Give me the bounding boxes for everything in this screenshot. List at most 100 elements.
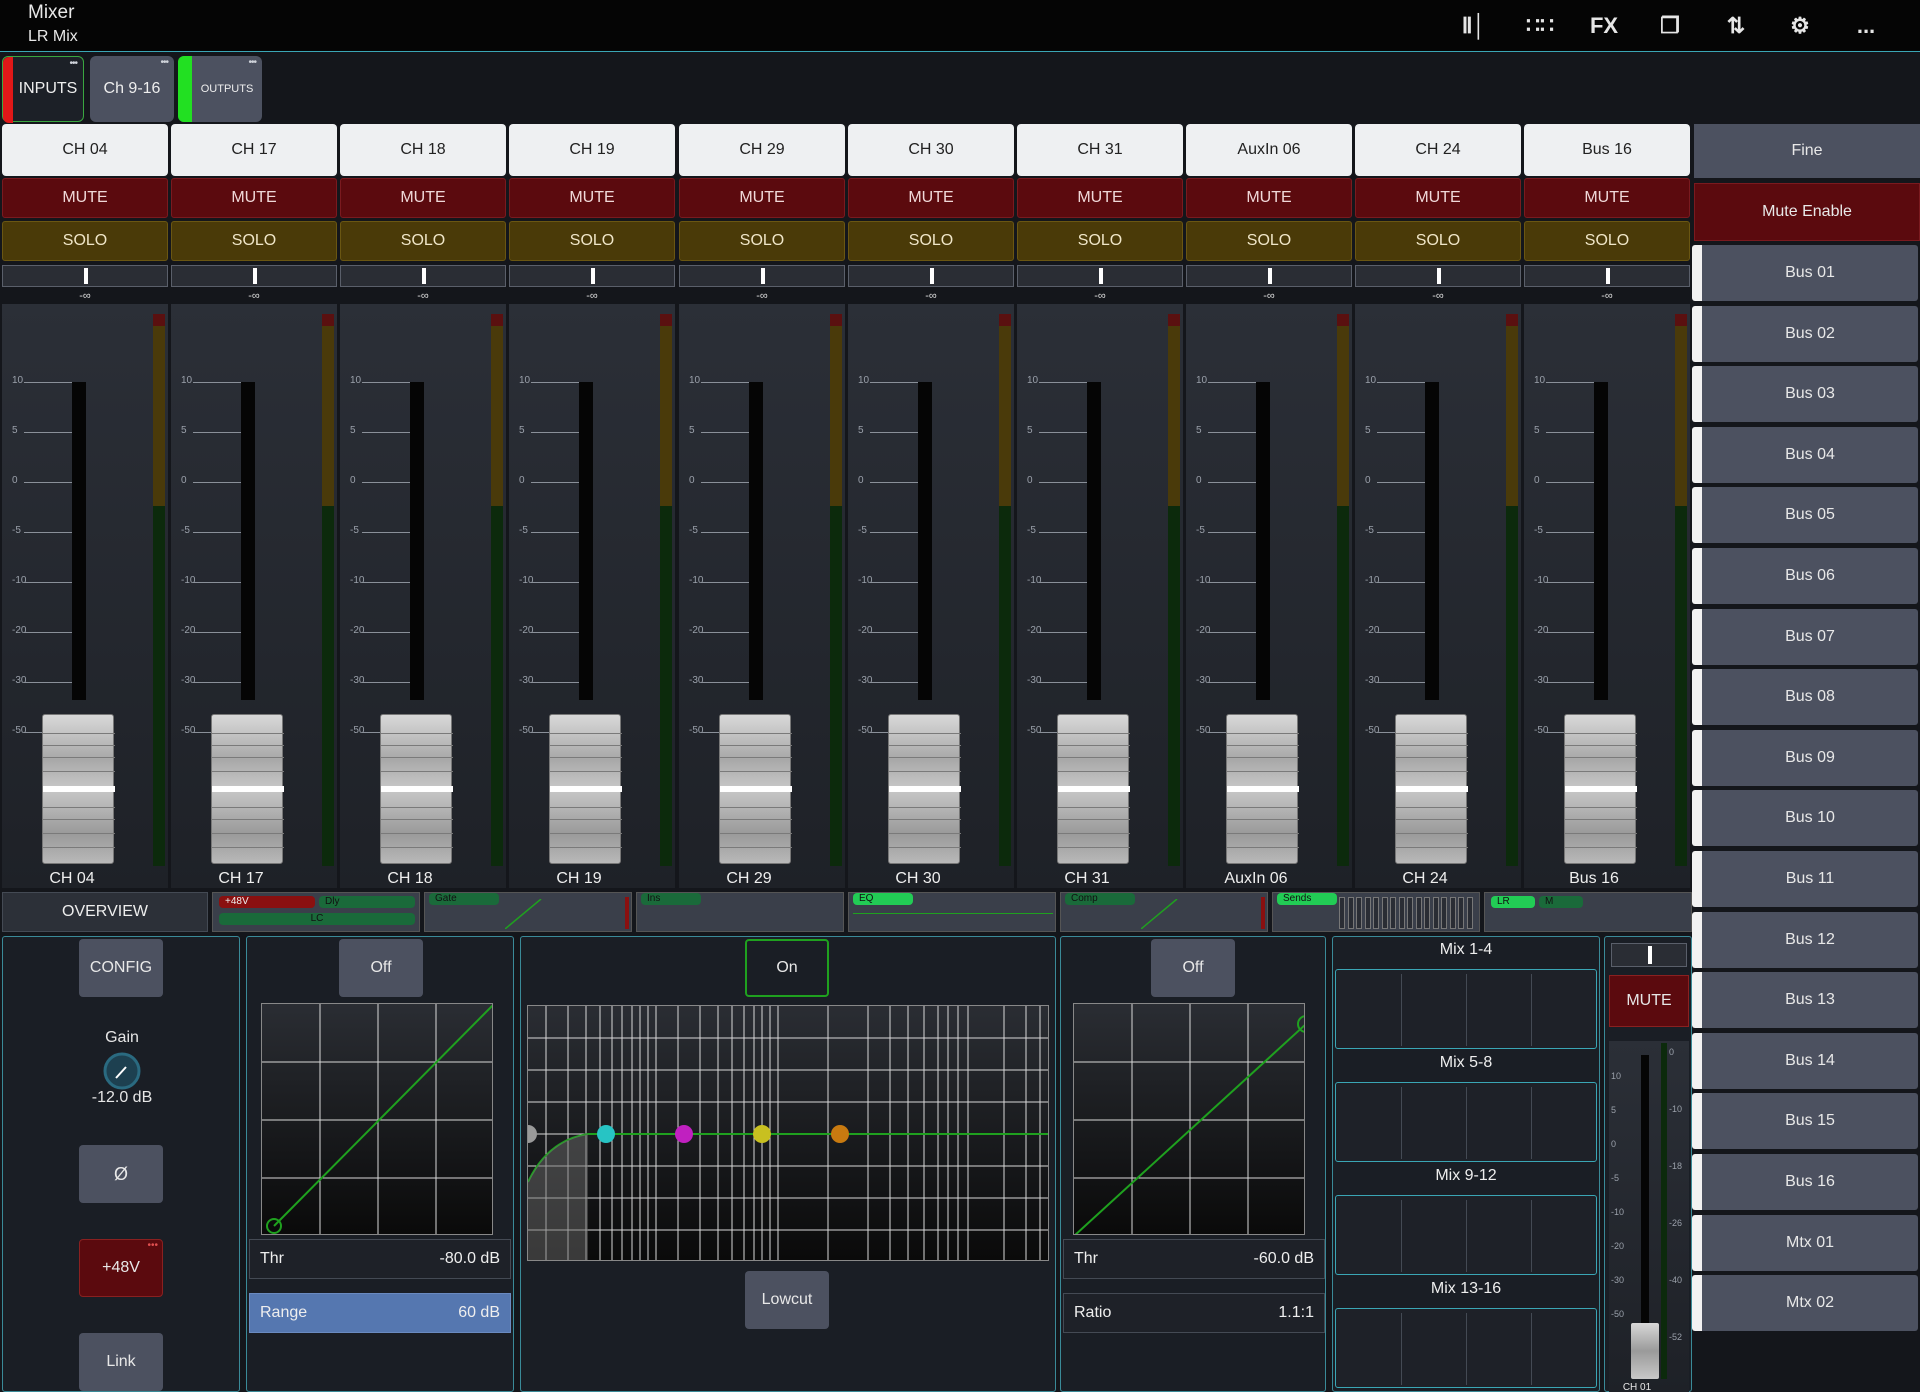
pan-slider[interactable] (340, 265, 506, 287)
eq-band-handle[interactable] (527, 1125, 537, 1143)
link-button[interactable]: Link (79, 1333, 163, 1391)
fader-area[interactable]: 10 5 0 -5 -10 -20 -30 -50 CH 19 (509, 304, 675, 888)
mix-send-group[interactable] (1335, 1082, 1597, 1162)
channel-name-button[interactable]: CH 19 (509, 124, 675, 176)
bus-select-button[interactable]: Bus 10 (1692, 790, 1918, 847)
folder-icon[interactable]: ❐ (1650, 10, 1690, 42)
meters-icon[interactable]: Ⅱ│ (1454, 10, 1494, 42)
fader-area[interactable]: 10 5 0 -5 -10 -20 -30 -50 CH 31 (1017, 304, 1183, 888)
solo-button[interactable]: SOLO (2, 221, 168, 261)
bus-select-button[interactable]: Bus 05 (1692, 487, 1918, 544)
config-button[interactable]: CONFIG (79, 939, 163, 997)
comp-ratio-param[interactable]: Ratio 1.1:1 (1063, 1293, 1325, 1333)
gate-threshold-param[interactable]: Thr -80.0 dB (249, 1239, 511, 1279)
layer-tab-outputs[interactable]: OUTPUTS ••• (178, 56, 262, 122)
grid-icon[interactable]: ∷∷ (1520, 10, 1560, 42)
pan-slider[interactable] (1355, 265, 1521, 287)
bus-select-button[interactable]: Bus 08 (1692, 669, 1918, 726)
mix-send-group[interactable] (1335, 969, 1597, 1049)
fader-cap[interactable] (1395, 714, 1468, 864)
eq-band-handle[interactable] (675, 1125, 693, 1143)
solo-button[interactable]: SOLO (1017, 221, 1183, 261)
fader-area[interactable]: 10 5 0 -5 -10 -20 -30 -50 CH 04 (2, 304, 168, 888)
gate-graph[interactable] (261, 1003, 493, 1235)
mute-button[interactable]: MUTE (171, 178, 337, 218)
gain-knob[interactable] (102, 1051, 142, 1091)
mute-button[interactable]: MUTE (2, 178, 168, 218)
fader-area[interactable]: 10 5 0 -5 -10 -20 -30 -50 CH 17 (171, 304, 337, 888)
bus-select-button[interactable]: Bus 16 (1692, 1154, 1918, 1210)
mute-button[interactable]: MUTE (1186, 178, 1352, 218)
eq-graph[interactable] (527, 1005, 1049, 1261)
insert-block[interactable]: Ins (636, 892, 844, 932)
bus-select-button[interactable]: Bus 02 (1692, 305, 1918, 362)
pan-slider[interactable] (1186, 265, 1352, 287)
fader-area[interactable]: 10 5 0 -5 -10 -20 -30 -50 CH 30 (848, 304, 1014, 888)
bus-select-button[interactable]: Bus 01 (1692, 245, 1918, 301)
gate-state-button[interactable]: Off (339, 939, 423, 997)
pan-slider[interactable] (679, 265, 845, 287)
channel-name-button[interactable]: Bus 16 (1524, 124, 1690, 176)
fader-area[interactable]: 10 5 0 -5 -10 -20 -30 -50 CH 24 (1355, 304, 1521, 888)
fader-cap[interactable] (1564, 714, 1637, 864)
pan-slider[interactable] (509, 265, 675, 287)
fader-cap[interactable] (211, 714, 284, 864)
mute-button[interactable]: MUTE (848, 178, 1014, 218)
sends-block[interactable]: Sends (1272, 892, 1480, 932)
bus-select-button[interactable]: Bus 12 (1692, 911, 1918, 968)
mute-button[interactable]: MUTE (1017, 178, 1183, 218)
fader-area[interactable]: 10 5 0 -5 -10 -20 -30 -50 CH 18 (340, 304, 506, 888)
fader-cap[interactable] (380, 714, 453, 864)
master-pan[interactable] (1611, 943, 1687, 967)
mute-button[interactable]: MUTE (679, 178, 845, 218)
bus-select-button[interactable]: Bus 09 (1692, 729, 1918, 786)
mute-enable-button[interactable]: Mute Enable (1694, 183, 1920, 241)
bus-select-button[interactable]: Bus 15 (1692, 1093, 1918, 1150)
solo-button[interactable]: SOLO (1186, 221, 1352, 261)
mix-send-group[interactable] (1335, 1195, 1597, 1275)
pan-slider[interactable] (1524, 265, 1690, 287)
eq-band-handle[interactable] (831, 1125, 849, 1143)
pan-slider[interactable] (171, 265, 337, 287)
comp-threshold-handle[interactable] (1297, 1015, 1305, 1033)
channel-name-button[interactable]: CH 29 (679, 124, 845, 176)
mute-button[interactable]: MUTE (340, 178, 506, 218)
channel-name-button[interactable]: CH 17 (171, 124, 337, 176)
lowcut-button[interactable]: Lowcut (745, 1271, 829, 1329)
mute-button[interactable]: MUTE (1355, 178, 1521, 218)
mix-send-group[interactable] (1335, 1308, 1597, 1388)
bus-select-button[interactable]: Bus 06 (1692, 548, 1918, 604)
channel-name-button[interactable]: CH 18 (340, 124, 506, 176)
solo-button[interactable]: SOLO (1524, 221, 1690, 261)
bus-select-button[interactable]: Bus 07 (1692, 608, 1918, 665)
layer-tab-ch9-16[interactable]: Ch 9-16 ••• (90, 56, 174, 122)
overview-tab[interactable]: OVERVIEW (2, 892, 208, 932)
comp-threshold-param[interactable]: Thr -60.0 dB (1063, 1239, 1325, 1279)
bus-select-button[interactable]: Bus 11 (1692, 851, 1918, 907)
fader-cap[interactable] (42, 714, 115, 864)
preamp-block[interactable]: +48V Dly LC (212, 892, 420, 932)
channel-name-button[interactable]: CH 31 (1017, 124, 1183, 176)
pan-slider[interactable] (2, 265, 168, 287)
mute-button[interactable]: MUTE (1524, 178, 1690, 218)
fx-icon[interactable]: FX (1584, 10, 1624, 42)
fader-cap[interactable] (888, 714, 961, 864)
pan-slider[interactable] (848, 265, 1014, 287)
layer-tab-inputs[interactable]: INPUTS ••• (2, 56, 84, 123)
solo-button[interactable]: SOLO (171, 221, 337, 261)
solo-button[interactable]: SOLO (340, 221, 506, 261)
channel-name-button[interactable]: AuxIn 06 (1186, 124, 1352, 176)
channel-name-button[interactable]: CH 30 (848, 124, 1014, 176)
eq-block[interactable]: EQ (848, 892, 1056, 932)
bus-select-button[interactable]: Mtx 02 (1692, 1275, 1918, 1332)
fader-cap[interactable] (719, 714, 792, 864)
comp-graph[interactable] (1073, 1003, 1305, 1235)
solo-button[interactable]: SOLO (679, 221, 845, 261)
bus-select-button[interactable]: Bus 13 (1692, 972, 1918, 1029)
solo-button[interactable]: SOLO (848, 221, 1014, 261)
solo-button[interactable]: SOLO (509, 221, 675, 261)
bus-select-button[interactable]: Mtx 01 (1692, 1214, 1918, 1271)
channel-name-button[interactable]: CH 24 (1355, 124, 1521, 176)
master-fader-cap[interactable] (1631, 1323, 1659, 1379)
more-icon[interactable]: ... (1846, 10, 1886, 42)
